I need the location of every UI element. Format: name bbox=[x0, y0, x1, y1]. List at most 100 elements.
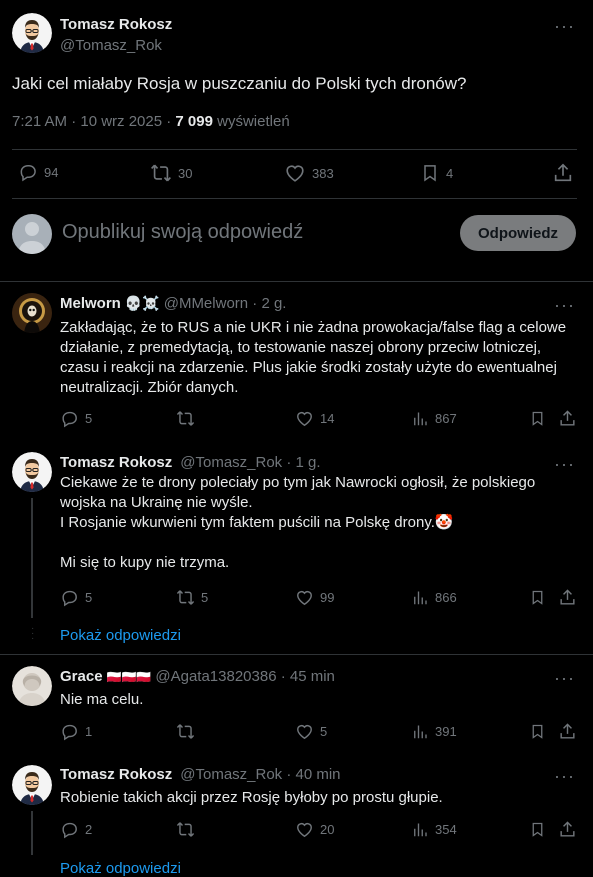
reply-avatar[interactable] bbox=[12, 666, 52, 706]
repost-count: 5 bbox=[201, 590, 209, 605]
bookmark-button[interactable]: 4 bbox=[420, 162, 453, 184]
bookmark-button[interactable] bbox=[529, 588, 546, 607]
reply-submit-button[interactable]: Odpowiedz bbox=[460, 215, 576, 251]
show-replies-link[interactable]: Pokaż odpowiedzi bbox=[60, 627, 181, 644]
reply-button[interactable]: 5 bbox=[60, 409, 92, 428]
reply-avatar[interactable] bbox=[12, 452, 52, 492]
like-count: 14 bbox=[320, 411, 335, 426]
bookmark-count: 4 bbox=[446, 165, 454, 181]
reply-button[interactable]: 2 bbox=[60, 820, 92, 839]
views-icon bbox=[411, 820, 429, 839]
views-count: 866 bbox=[435, 590, 457, 605]
reply-icon bbox=[18, 162, 38, 182]
divider bbox=[12, 198, 577, 199]
repost-icon bbox=[176, 820, 195, 839]
repost-button[interactable]: 5 bbox=[176, 588, 208, 607]
reply-text: Robienie takich akcji przez Rosję byłoby… bbox=[60, 789, 443, 806]
views-button[interactable]: 391 bbox=[411, 722, 457, 741]
share-button[interactable] bbox=[552, 162, 574, 184]
bookmark-icon bbox=[529, 409, 546, 428]
repost-button[interactable] bbox=[176, 409, 201, 428]
like-button[interactable]: 383 bbox=[284, 162, 334, 184]
like-icon bbox=[295, 409, 314, 428]
reply-text: Nie ma celu. bbox=[60, 691, 144, 708]
views-icon bbox=[411, 409, 429, 428]
repost-button[interactable] bbox=[176, 722, 201, 741]
reply-author-emoji: 🇵🇱🇵🇱🇵🇱 bbox=[106, 669, 152, 684]
reply-text: Ciekawe że te drony poleciały po tym jak… bbox=[60, 474, 536, 571]
repost-icon bbox=[176, 588, 195, 607]
views-count: 7 099 bbox=[175, 113, 213, 130]
views-button[interactable]: 866 bbox=[411, 588, 457, 607]
author-name[interactable]: Tomasz Rokosz bbox=[60, 16, 172, 33]
reply-author-name[interactable]: Melworn bbox=[60, 295, 121, 312]
reply-author-handle[interactable]: @MMelworn · 2 g. bbox=[164, 295, 287, 312]
bookmark-button[interactable] bbox=[529, 820, 546, 839]
like-button[interactable]: 14 bbox=[295, 409, 334, 428]
reply-author-name[interactable]: Tomasz Rokosz bbox=[60, 454, 172, 471]
share-icon bbox=[558, 588, 577, 607]
reply-header: Tomasz Rokosz @Tomasz_Rok · 40 min bbox=[60, 766, 341, 783]
repost-button[interactable]: 30 bbox=[150, 162, 192, 184]
reply-author-name[interactable]: Tomasz Rokosz bbox=[60, 766, 172, 783]
share-icon bbox=[558, 722, 577, 741]
reply-text: Zakładając, że to RUS a nie UKR i nie ża… bbox=[60, 319, 571, 396]
repost-icon bbox=[150, 162, 172, 184]
like-button[interactable]: 99 bbox=[295, 588, 334, 607]
like-button[interactable]: 5 bbox=[295, 722, 327, 741]
more-icon[interactable]: ··· bbox=[554, 17, 575, 35]
more-icon[interactable]: ··· bbox=[554, 455, 575, 473]
author-avatar[interactable] bbox=[12, 13, 52, 53]
more-icon[interactable]: ··· bbox=[554, 767, 575, 785]
repost-count: 30 bbox=[178, 165, 193, 181]
reply-count: 5 bbox=[85, 590, 93, 605]
like-icon bbox=[295, 588, 314, 607]
author-handle[interactable]: @Tomasz_Rok bbox=[60, 37, 162, 54]
reply-button[interactable]: 94 bbox=[18, 162, 58, 182]
bookmark-icon bbox=[529, 588, 546, 607]
reply-count: 2 bbox=[85, 822, 93, 837]
like-count: 5 bbox=[320, 724, 328, 739]
views-icon bbox=[411, 588, 429, 607]
share-icon bbox=[552, 162, 574, 184]
thread-dots: · · · bbox=[31, 623, 35, 644]
reply-author-handle[interactable]: @Agata13820386 · 45 min bbox=[155, 668, 335, 685]
share-button[interactable] bbox=[558, 722, 577, 741]
share-button[interactable] bbox=[558, 588, 577, 607]
repost-icon bbox=[176, 722, 195, 741]
reply-icon bbox=[60, 722, 79, 741]
post-time[interactable]: 7:21 AM · 10 wrz 2025 · bbox=[12, 113, 175, 130]
repost-button[interactable] bbox=[176, 820, 201, 839]
bookmark-button[interactable] bbox=[529, 409, 546, 428]
share-button[interactable] bbox=[558, 820, 577, 839]
reply-avatar[interactable] bbox=[12, 765, 52, 805]
bookmark-button[interactable] bbox=[529, 722, 546, 741]
share-icon bbox=[558, 409, 577, 428]
reply-header: Tomasz Rokosz @Tomasz_Rok · 1 g. bbox=[60, 454, 321, 471]
reply-button[interactable]: 1 bbox=[60, 722, 92, 741]
views-icon bbox=[411, 722, 429, 741]
divider bbox=[0, 654, 593, 655]
bookmark-icon bbox=[529, 820, 546, 839]
reply-header: Melworn 💀☠️ @MMelworn · 2 g. bbox=[60, 295, 286, 312]
repost-icon bbox=[176, 409, 195, 428]
reply-author-handle[interactable]: @Tomasz_Rok · 1 g. bbox=[180, 454, 320, 471]
views-button[interactable]: 354 bbox=[411, 820, 457, 839]
show-replies-link[interactable]: Pokaż odpowiedzi bbox=[60, 860, 181, 877]
reply-button[interactable]: 5 bbox=[60, 588, 92, 607]
post-meta: 7:21 AM · 10 wrz 2025 · 7 099 wyświetleń bbox=[12, 113, 290, 130]
more-icon[interactable]: ··· bbox=[554, 669, 575, 687]
views-button[interactable]: 867 bbox=[411, 409, 457, 428]
bookmark-icon bbox=[420, 162, 440, 184]
reply-avatar[interactable] bbox=[12, 293, 52, 333]
like-icon bbox=[284, 162, 306, 184]
divider bbox=[12, 149, 577, 150]
reply-author-name[interactable]: Grace bbox=[60, 668, 103, 685]
reply-input[interactable]: Opublikuj swoją odpowiedź bbox=[62, 221, 303, 244]
reply-author-handle[interactable]: @Tomasz_Rok · 40 min bbox=[180, 766, 340, 783]
post-text: Jaki cel miałaby Rosja w puszczaniu do P… bbox=[12, 74, 467, 93]
share-button[interactable] bbox=[558, 409, 577, 428]
like-button[interactable]: 20 bbox=[295, 820, 334, 839]
more-icon[interactable]: ··· bbox=[554, 296, 575, 314]
share-icon bbox=[558, 820, 577, 839]
